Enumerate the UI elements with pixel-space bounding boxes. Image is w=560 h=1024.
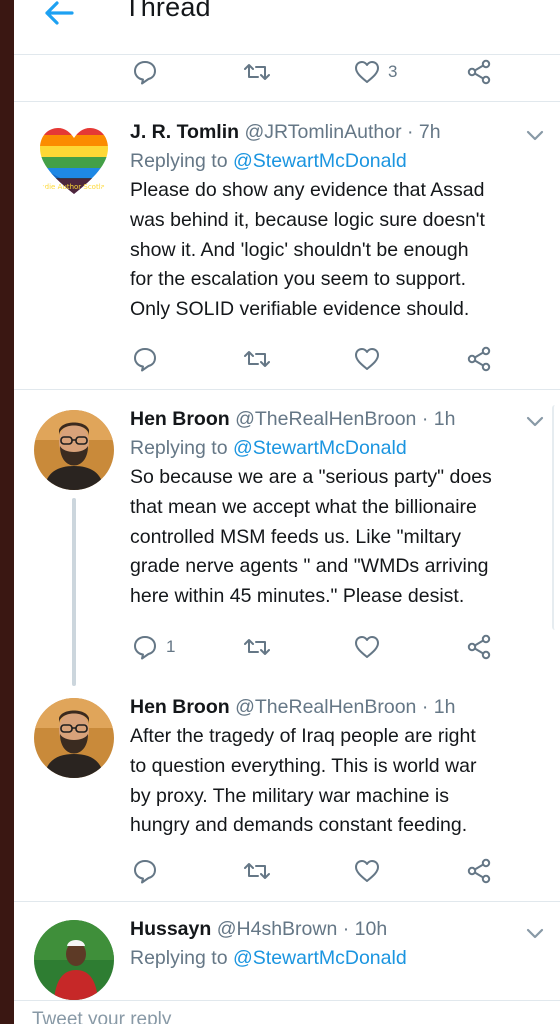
author-name[interactable]: Hussayn bbox=[130, 918, 211, 940]
retweet-button[interactable] bbox=[242, 857, 272, 885]
mention-link[interactable]: @StewartMcDonald bbox=[233, 437, 407, 459]
arrow-left-icon bbox=[45, 1, 74, 25]
reply-button[interactable] bbox=[132, 58, 158, 86]
svg-text:Indie Author Scotland: Indie Author Scotland bbox=[38, 183, 114, 191]
tweet-content: Hussayn @H4shBrown · 10h Replying to @St… bbox=[130, 914, 540, 973]
tweet-actions: 1 bbox=[14, 627, 560, 667]
tweet-header: J. R. Tomlin @JRTomlinAuthor · 7h bbox=[130, 117, 540, 147]
share-icon bbox=[467, 59, 491, 85]
reply-count: 1 bbox=[166, 637, 176, 656]
heart-icon bbox=[355, 860, 379, 882]
tweet-actions bbox=[14, 851, 560, 891]
heart-icon bbox=[355, 636, 379, 658]
more-button[interactable] bbox=[524, 410, 546, 432]
bearded-man-avatar bbox=[34, 410, 114, 490]
author-handle[interactable]: @TheRealHenBroon bbox=[235, 408, 416, 430]
tweet-content: J. R. Tomlin @JRTomlinAuthor · 7h Replyi… bbox=[130, 117, 540, 325]
tweet-time: · 10h bbox=[342, 918, 388, 940]
retweet-icon bbox=[244, 863, 270, 879]
like-button[interactable]: 3 bbox=[354, 58, 397, 86]
retweet-icon bbox=[244, 351, 270, 367]
author-handle[interactable]: @TheRealHenBroon bbox=[235, 696, 416, 718]
back-button[interactable] bbox=[42, 0, 76, 30]
like-button[interactable] bbox=[354, 345, 380, 373]
retweet-button[interactable] bbox=[242, 58, 272, 86]
retweet-icon bbox=[244, 64, 270, 80]
scrollbar[interactable] bbox=[552, 405, 560, 630]
reply-button[interactable] bbox=[132, 857, 158, 885]
bearded-man-avatar bbox=[34, 698, 114, 778]
thread-screen: Thread 3 Indie Author Scotland J. R. Tom… bbox=[14, 0, 560, 1024]
author-handle[interactable]: @JRTomlinAuthor bbox=[244, 121, 401, 143]
replying-to-label: Replying to bbox=[130, 947, 228, 969]
replying-to-label: Replying to bbox=[130, 437, 228, 459]
footballer-avatar bbox=[34, 920, 114, 1000]
avatar[interactable] bbox=[34, 410, 114, 490]
reply-icon bbox=[134, 61, 156, 85]
more-button[interactable] bbox=[524, 922, 546, 944]
share-button[interactable] bbox=[466, 345, 492, 373]
heart-icon bbox=[355, 61, 379, 83]
chevron-down-icon bbox=[526, 416, 544, 427]
tweet-header: Hen Broon @TheRealHenBroon · 1h bbox=[130, 692, 540, 722]
chevron-down-icon bbox=[526, 130, 544, 141]
tweet[interactable]: Hen Broon @TheRealHenBroon · 1h Replying… bbox=[14, 390, 560, 686]
tweet-text: After the tragedy of Iraq people are rig… bbox=[130, 725, 477, 837]
tweet-header: Hen Broon @TheRealHenBroon · 1h bbox=[130, 404, 540, 434]
mention-link[interactable]: @StewartMcDonald bbox=[233, 947, 407, 969]
tweet-content: Hen Broon @TheRealHenBroon · 1h After th… bbox=[130, 692, 540, 841]
tweet[interactable]: Hen Broon @TheRealHenBroon · 1h After th… bbox=[14, 680, 560, 898]
replying-to: Replying to @StewartMcDonald bbox=[130, 147, 540, 176]
tweet[interactable]: Indie Author Scotland J. R. Tomlin @JRTo… bbox=[14, 102, 560, 388]
more-button[interactable] bbox=[524, 124, 546, 146]
author-handle[interactable]: @H4shBrown bbox=[217, 918, 338, 940]
avatar[interactable]: Indie Author Scotland bbox=[34, 120, 114, 200]
like-button[interactable] bbox=[354, 857, 380, 885]
tweet-text: Please do show any evidence that Assad w… bbox=[130, 179, 485, 321]
page-title: Thread bbox=[124, 0, 211, 22]
share-button[interactable] bbox=[466, 857, 492, 885]
avatar[interactable] bbox=[34, 920, 114, 1000]
avatar[interactable] bbox=[34, 698, 114, 778]
author-name[interactable]: Hen Broon bbox=[130, 408, 230, 430]
share-icon bbox=[467, 634, 491, 660]
reply-icon bbox=[134, 636, 156, 660]
tweet-header: Hussayn @H4shBrown · 10h bbox=[130, 914, 540, 944]
tweet-content: Hen Broon @TheRealHenBroon · 1h Replying… bbox=[130, 404, 540, 612]
reply-input[interactable]: Tweet your reply bbox=[32, 1009, 171, 1024]
thread-header: Thread bbox=[14, 0, 560, 55]
tweet-time: · 7h bbox=[406, 121, 441, 143]
replying-to: Replying to @StewartMcDonald bbox=[130, 944, 540, 973]
tweet-text: So because we are a "serious party" does… bbox=[130, 466, 492, 608]
reply-icon bbox=[134, 348, 156, 372]
tweet-time: · 1h bbox=[421, 408, 456, 430]
reply-button[interactable]: 1 bbox=[132, 633, 175, 661]
rainbow-heart-avatar: Indie Author Scotland bbox=[34, 120, 114, 200]
reply-icon bbox=[134, 860, 156, 884]
retweet-button[interactable] bbox=[242, 633, 272, 661]
share-button[interactable] bbox=[466, 58, 492, 86]
heart-icon bbox=[355, 348, 379, 370]
chevron-down-icon bbox=[526, 928, 544, 939]
tweet[interactable]: Hussayn @H4shBrown · 10h Replying to @St… bbox=[14, 902, 560, 1000]
share-icon bbox=[467, 858, 491, 884]
tweet-actions: 3 bbox=[14, 52, 560, 92]
replying-to: Replying to @StewartMcDonald bbox=[130, 434, 540, 463]
author-name[interactable]: Hen Broon bbox=[130, 696, 230, 718]
mention-link[interactable]: @StewartMcDonald bbox=[233, 150, 407, 172]
reply-button[interactable] bbox=[132, 345, 158, 373]
retweet-button[interactable] bbox=[242, 345, 272, 373]
tweet-actions bbox=[14, 339, 560, 379]
retweet-icon bbox=[244, 639, 270, 655]
share-button[interactable] bbox=[466, 633, 492, 661]
tweet-time: · 1h bbox=[421, 696, 456, 718]
replying-to-label: Replying to bbox=[130, 150, 228, 172]
share-icon bbox=[467, 346, 491, 372]
reply-compose-bar[interactable]: Tweet your reply bbox=[14, 1000, 560, 1024]
author-name[interactable]: J. R. Tomlin bbox=[130, 121, 239, 143]
like-count: 3 bbox=[388, 62, 398, 81]
like-button[interactable] bbox=[354, 633, 380, 661]
